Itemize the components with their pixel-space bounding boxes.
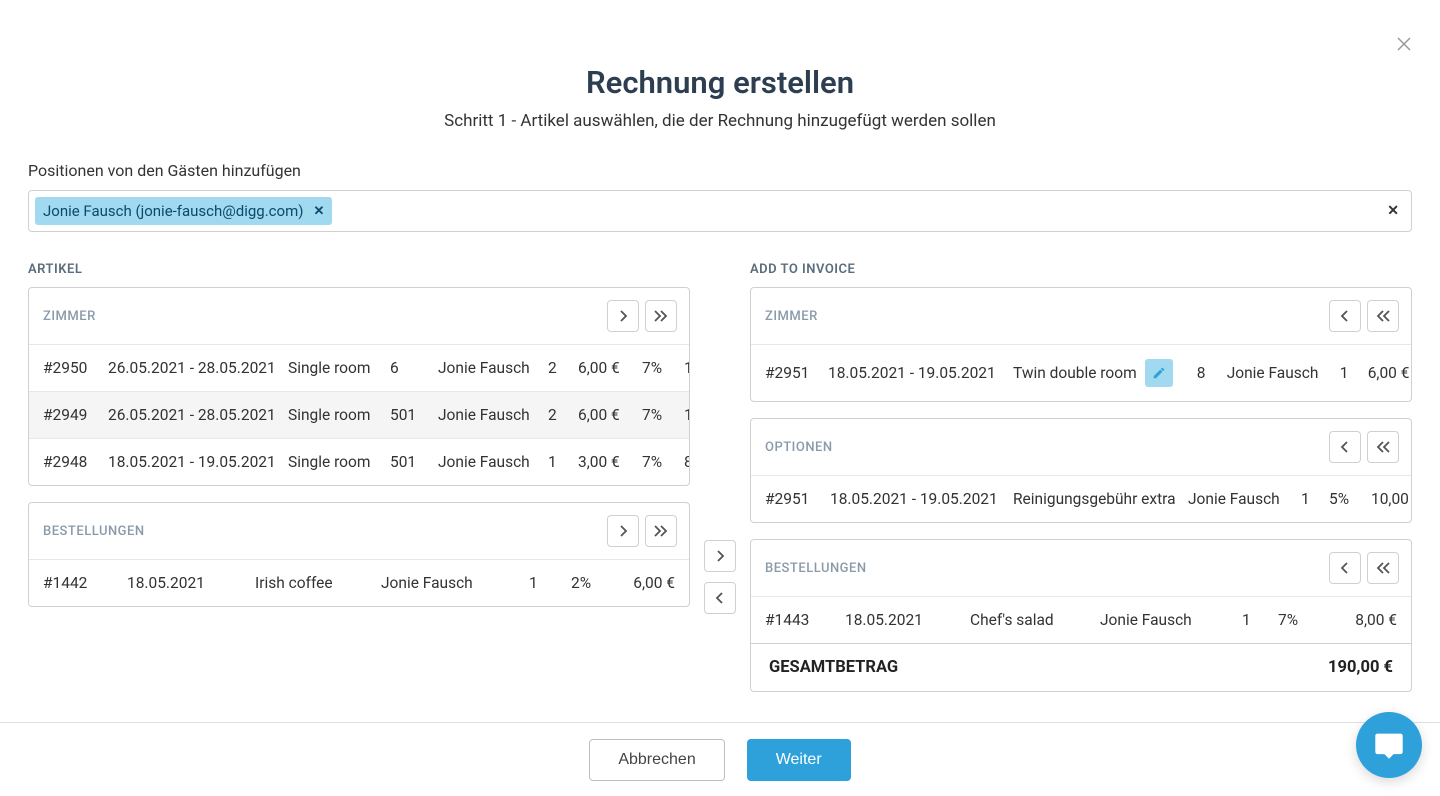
move-all-right-button[interactable] <box>645 300 677 332</box>
next-button[interactable]: Weiter <box>747 739 851 781</box>
chevron-double-right-icon <box>654 525 668 537</box>
artikel-section-label: ARTIKEL <box>28 262 690 277</box>
move-left-button[interactable] <box>1329 431 1361 463</box>
chat-widget-button[interactable] <box>1356 712 1422 778</box>
chevron-double-left-icon <box>1376 562 1390 574</box>
chevron-left-icon <box>1340 441 1350 453</box>
chat-icon <box>1373 729 1405 761</box>
modal-footer: Abbrechen Weiter <box>0 722 1440 796</box>
chevron-left-icon <box>1340 562 1350 574</box>
right-optionen-title: OPTIONEN <box>765 440 833 455</box>
chevron-right-icon <box>715 550 725 562</box>
table-row[interactable]: #1442 18.05.2021 Irish coffee Jonie Faus… <box>29 559 689 606</box>
table-row[interactable]: #2948 18.05.2021 - 19.05.2021 Single roo… <box>29 438 689 485</box>
move-right-button[interactable] <box>607 300 639 332</box>
modal-title: Rechnung erstellen <box>0 64 1440 101</box>
chevron-double-right-icon <box>654 310 668 322</box>
pencil-icon <box>1152 366 1166 380</box>
right-optionen-panel: OPTIONEN #2951 18.05.2021 - 19.05.2021 R… <box>750 418 1412 523</box>
table-row[interactable]: #2949 26.05.2021 - 28.05.2021 Single roo… <box>29 391 689 438</box>
chevron-left-icon <box>715 592 725 604</box>
move-all-left-button[interactable] <box>1367 431 1399 463</box>
cancel-button[interactable]: Abbrechen <box>589 739 724 781</box>
table-row[interactable]: #2951 18.05.2021 - 19.05.2021 Reinigungs… <box>751 475 1411 522</box>
move-item-right-button[interactable] <box>704 540 736 572</box>
close-button[interactable] <box>1394 34 1414 54</box>
move-left-button[interactable] <box>1329 552 1361 584</box>
invoice-section-label: ADD TO INVOICE <box>750 262 1412 277</box>
total-label: GESAMTBETRAG <box>769 658 898 677</box>
left-orders-panel: BESTELLUNGEN #1442 18.05.2021 Irish coff… <box>28 502 690 607</box>
guests-field-label: Positionen von den Gästen hinzufügen <box>28 161 1412 180</box>
chevron-double-left-icon <box>1376 441 1390 453</box>
chevron-left-icon <box>1340 310 1350 322</box>
left-zimmer-title: ZIMMER <box>43 309 96 324</box>
right-zimmer-title: ZIMMER <box>765 309 818 324</box>
chevron-right-icon <box>618 525 628 537</box>
clear-input-button[interactable]: ✕ <box>1387 203 1399 219</box>
table-row[interactable]: #1443 18.05.2021 Chef's salad Jonie Faus… <box>751 596 1411 643</box>
move-left-button[interactable] <box>1329 300 1361 332</box>
move-item-left-button[interactable] <box>704 582 736 614</box>
edit-room-button[interactable] <box>1145 359 1173 387</box>
guest-chip: Jonie Fausch (jonie-fausch@digg.com) ✕ <box>35 197 332 225</box>
guest-chip-remove[interactable]: ✕ <box>313 204 324 219</box>
right-orders-title: BESTELLUNGEN <box>765 561 867 576</box>
close-icon <box>1396 36 1412 52</box>
table-row[interactable]: #2950 26.05.2021 - 28.05.2021 Single roo… <box>29 344 689 391</box>
move-all-left-button[interactable] <box>1367 300 1399 332</box>
left-orders-title: BESTELLUNGEN <box>43 524 145 539</box>
right-zimmer-panel: ZIMMER #2951 18.05.2021 - 19.05.2021 Twi… <box>750 287 1412 402</box>
guest-select-input[interactable]: Jonie Fausch (jonie-fausch@digg.com) ✕ ✕ <box>28 190 1412 232</box>
total-value: 190,00 € <box>1328 658 1393 677</box>
left-zimmer-panel: ZIMMER #2950 26.05.2021 - 28.05.2021 Sin… <box>28 287 690 486</box>
modal-header: Rechnung erstellen Schritt 1 - Artikel a… <box>0 0 1440 131</box>
modal-subtitle: Schritt 1 - Artikel auswählen, die der R… <box>0 111 1440 131</box>
chevron-double-left-icon <box>1376 310 1390 322</box>
guest-chip-label: Jonie Fausch (jonie-fausch@digg.com) <box>43 202 303 220</box>
table-row[interactable]: #2951 18.05.2021 - 19.05.2021 Twin doubl… <box>751 344 1411 401</box>
total-row: GESAMTBETRAG 190,00 € <box>750 644 1412 692</box>
move-all-left-button[interactable] <box>1367 552 1399 584</box>
chevron-right-icon <box>618 310 628 322</box>
move-all-right-button[interactable] <box>645 515 677 547</box>
right-orders-panel: BESTELLUNGEN #1443 18.05.2021 Chef's sal… <box>750 539 1412 644</box>
move-right-button[interactable] <box>607 515 639 547</box>
